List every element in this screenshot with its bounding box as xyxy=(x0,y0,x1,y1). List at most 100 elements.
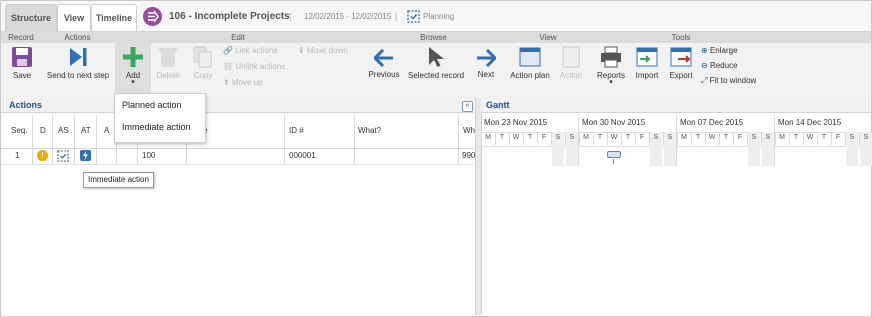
tab-structure[interactable]: Structure xyxy=(5,4,57,31)
week-label: Mon 07 Dec 2015 xyxy=(680,118,744,127)
day-letter: F xyxy=(639,134,645,141)
col-d[interactable]: D xyxy=(40,126,46,135)
day-divider xyxy=(775,132,776,145)
window-icon xyxy=(519,47,541,67)
day-letter: S xyxy=(653,134,659,141)
move-up-label: Move up xyxy=(231,78,263,87)
next-label: Next xyxy=(477,70,495,79)
row-code: 100 xyxy=(142,151,156,160)
menu-item-immediate-action[interactable]: Immediate action xyxy=(122,122,191,132)
link-actions-button[interactable]: 🔗 Link actions xyxy=(223,46,277,55)
day-divider xyxy=(859,132,860,145)
fit-to-window-label: Fit to window xyxy=(709,76,757,85)
tab-timeline[interactable]: Timeline xyxy=(91,4,137,31)
save-label: Save xyxy=(12,71,32,80)
planning-status-icon xyxy=(57,150,69,164)
immediate-action-icon[interactable] xyxy=(80,150,91,161)
import-label: Import xyxy=(635,71,659,80)
day-letter: S xyxy=(765,134,771,141)
day-letter: M xyxy=(779,134,785,141)
day-letter: W xyxy=(610,134,618,141)
group-actions-label: Actions xyxy=(41,32,115,43)
move-down-button[interactable]: ⬇ Move down xyxy=(298,46,348,55)
panel-splitter[interactable] xyxy=(475,98,482,315)
group-record-label: Record xyxy=(1,32,42,43)
unlink-actions-button[interactable]: ⛓ Unlink actions xyxy=(223,62,285,71)
day-divider xyxy=(481,132,482,145)
send-to-next-step-button[interactable]: Send to next step xyxy=(45,46,111,80)
delete-button[interactable]: Delete xyxy=(153,46,183,80)
reduce-button[interactable]: ⊖ Reduce xyxy=(701,61,738,70)
delete-label: Delete xyxy=(156,71,180,80)
next-button[interactable]: Next xyxy=(473,49,499,79)
move-up-button[interactable]: ⬆ Move up xyxy=(223,78,263,87)
divider: | xyxy=(289,11,292,21)
group-edit-label: Edit xyxy=(114,32,363,43)
table-row[interactable] xyxy=(1,147,474,165)
day-divider xyxy=(509,132,510,145)
enlarge-button[interactable]: ⊕ Enlarge xyxy=(701,46,738,55)
day-letter: T xyxy=(499,134,505,141)
day-letter: T xyxy=(793,134,799,141)
planning-icon xyxy=(407,10,420,25)
collapse-panel-button[interactable]: « xyxy=(462,101,473,112)
day-letter: S xyxy=(667,134,673,141)
col-id[interactable]: ID # xyxy=(289,126,304,135)
day-letter: F xyxy=(541,134,547,141)
day-divider xyxy=(733,132,734,145)
export-button[interactable]: Export xyxy=(667,46,695,80)
reports-button[interactable]: Reports ▾ xyxy=(595,46,627,86)
menu-item-planned-action[interactable]: Planned action xyxy=(122,100,182,110)
actions-panel-header xyxy=(1,98,474,113)
add-button[interactable]: Add ▾ xyxy=(119,46,147,86)
day-letter: T xyxy=(527,134,533,141)
col-a[interactable]: A xyxy=(104,126,109,135)
selected-record-button[interactable]: Selected record xyxy=(407,46,465,80)
day-letter: W xyxy=(512,134,520,141)
zoom-out-icon: ⊖ xyxy=(701,61,708,70)
day-letter: M xyxy=(583,134,589,141)
send-next-label: Send to next step xyxy=(46,71,110,80)
trash-icon xyxy=(159,48,177,67)
divider: | xyxy=(395,11,398,21)
plus-icon xyxy=(123,47,143,67)
col-as[interactable]: AS xyxy=(58,126,69,135)
project-title: 106 - Incomplete Projects xyxy=(169,11,290,22)
day-divider xyxy=(621,132,622,145)
import-button[interactable]: Import xyxy=(633,46,661,80)
col-what[interactable]: What? xyxy=(358,126,381,135)
project-dates: 12/02/2015 - 12/02/2015 xyxy=(304,12,392,21)
row-wh: 990 xyxy=(462,151,476,160)
row-seq: 1 xyxy=(15,151,20,160)
action-plan-button[interactable]: Action plan xyxy=(509,46,551,80)
gantt-task-marker xyxy=(613,159,614,164)
day-divider xyxy=(845,132,846,145)
col-at[interactable]: AT xyxy=(81,126,91,135)
col-seq[interactable]: Seq. xyxy=(11,126,27,135)
fit-to-window-button[interactable]: ⤢ Fit to window xyxy=(701,76,756,86)
chevron-down-icon: ▾ xyxy=(131,79,135,86)
zoom-in-icon: ⊕ xyxy=(701,46,708,55)
day-letter: F xyxy=(835,134,841,141)
col-wh[interactable]: Wh xyxy=(463,126,475,135)
copy-button[interactable]: Copy xyxy=(189,46,217,80)
day-letter: S xyxy=(569,134,575,141)
day-divider xyxy=(677,132,678,145)
arrow-right-icon xyxy=(477,49,496,67)
chevron-down-icon: ▾ xyxy=(609,79,613,86)
project-icon xyxy=(143,7,162,26)
day-divider xyxy=(537,132,538,145)
save-button[interactable]: Save xyxy=(7,46,37,80)
gantt-task-bar[interactable] xyxy=(607,151,621,158)
day-divider xyxy=(719,132,720,145)
action-button[interactable]: Action xyxy=(557,46,585,80)
previous-button[interactable]: Previous xyxy=(367,49,401,79)
day-divider xyxy=(789,132,790,145)
project-status: Planning xyxy=(423,12,455,21)
day-divider xyxy=(523,132,524,145)
day-divider xyxy=(817,132,818,145)
tab-view[interactable]: View xyxy=(57,4,91,31)
group-tools-label: Tools xyxy=(591,32,772,43)
day-letter: T xyxy=(625,134,631,141)
export-label: Export xyxy=(669,71,693,80)
